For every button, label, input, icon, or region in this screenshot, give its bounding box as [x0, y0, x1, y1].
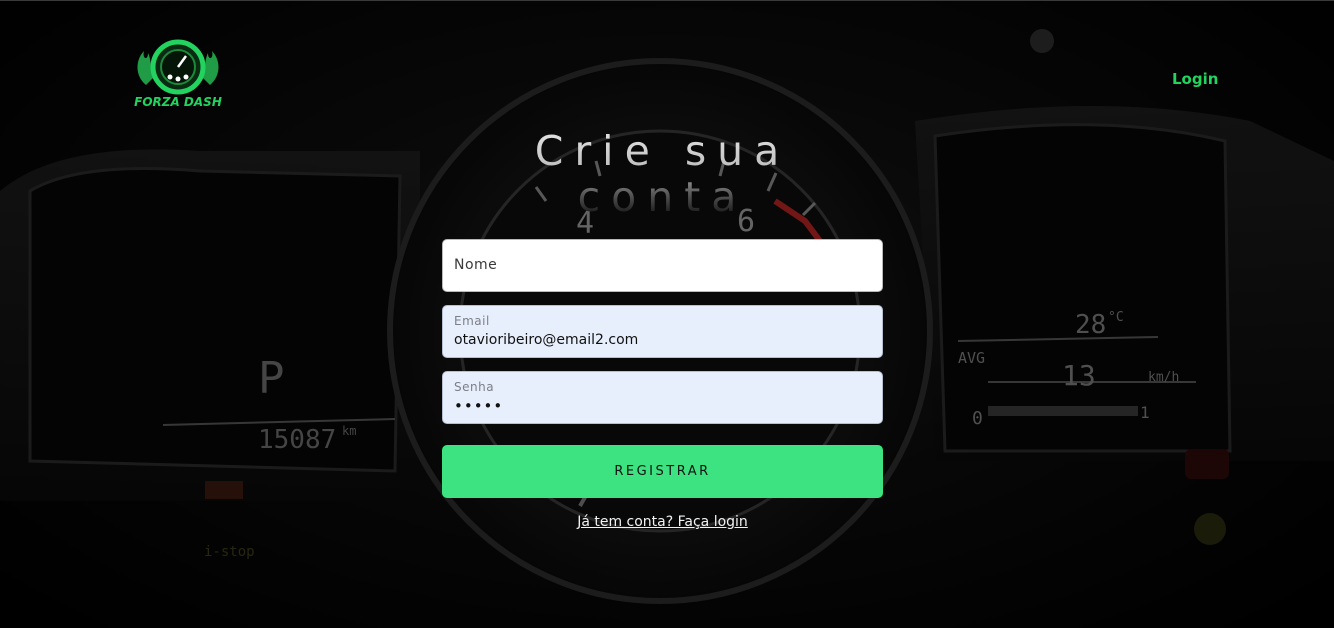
login-link[interactable]: Já tem conta? Faça login — [442, 514, 883, 530]
password-field[interactable]: Senha — [442, 371, 883, 424]
register-form: Nome Email Senha REGISTRAR Já tem conta?… — [442, 239, 883, 530]
logo-text: FORZA DASH — [134, 95, 222, 109]
name-input[interactable] — [454, 256, 869, 276]
email-input[interactable] — [454, 330, 869, 350]
forza-dash-logo[interactable]: FORZA DASH — [130, 31, 226, 113]
password-input[interactable] — [454, 396, 869, 416]
register-button[interactable]: REGISTRAR — [442, 445, 883, 498]
register-page: 4 6 P 15087 km 28 °C AVG 13 km/h 0 1 i-s… — [0, 0, 1334, 628]
name-field[interactable]: Nome — [442, 239, 883, 292]
nav-login-link[interactable]: Login — [1172, 70, 1218, 88]
email-label: Email — [454, 314, 490, 328]
email-field[interactable]: Email — [442, 305, 883, 358]
page-title: Crie sua conta — [442, 128, 883, 220]
password-label: Senha — [454, 380, 495, 394]
